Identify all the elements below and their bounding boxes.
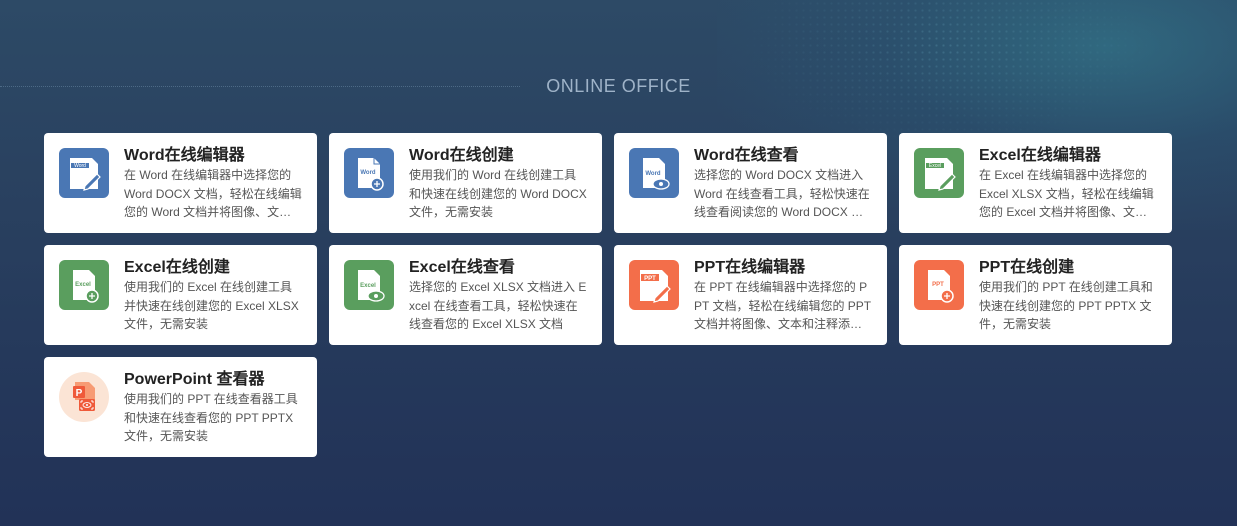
section-title: ONLINE OFFICE [546, 76, 691, 96]
card-description: 在 PPT 在线编辑器中选择您的 PPT 文档，轻松在线编辑您的 PPT 文档并… [694, 280, 871, 331]
card-title: PPT在线编辑器 [694, 259, 806, 276]
icon-label: Excel [929, 163, 941, 169]
card-description: 使用我们的 Word 在线创建工具和快速在线创建您的 Word DOCX 文件，… [409, 168, 587, 219]
card-powerpoint-viewer[interactable]: P PowerPoint 查看器 使用我们的 PPT 在线查看器工具和快速在线查… [44, 357, 317, 457]
excel-edit-icon: Excel [914, 148, 964, 198]
icon-label: PPT [644, 276, 656, 282]
card-word-view[interactable]: Word Word在线查看 选择您的 Word DOCX 文档进入 Word 在… [614, 133, 887, 233]
card-description: 在 Excel 在线编辑器中选择您的 Excel XLSX 文档，轻松在线编辑您… [979, 168, 1154, 219]
icon-label: P [76, 388, 83, 399]
card-excel-view[interactable]: Excel Excel在线查看 选择您的 Excel XLSX 文档进入 Exc… [329, 245, 602, 345]
tool-card-grid: Word Word在线编辑器 在 Word 在线编辑器中选择您的 Word DO… [44, 133, 1172, 457]
icon-label: Word [74, 163, 86, 169]
card-title: PPT在线创建 [979, 259, 1075, 276]
word-view-icon: Word [629, 148, 679, 198]
ppt-create-icon: PPT [914, 260, 964, 310]
card-description: 使用我们的 PPT 在线创建工具和快速在线创建您的 PPT PPTX 文件，无需… [979, 280, 1153, 331]
card-word-editor[interactable]: Word Word在线编辑器 在 Word 在线编辑器中选择您的 Word DO… [44, 133, 317, 233]
background-dot-pattern [737, 0, 1157, 150]
card-description: 选择您的 Word DOCX 文档进入 Word 在线查看工具，轻松快速在线查看… [694, 168, 870, 219]
card-description: 使用我们的 PPT 在线查看器工具和快速在线查看您的 PPT PPTX 文件，无… [124, 392, 298, 443]
icon-label: PPT [932, 282, 944, 288]
card-title: Word在线创建 [409, 147, 514, 164]
icon-label: Excel [75, 282, 91, 288]
card-title: Excel在线编辑器 [979, 147, 1101, 164]
word-edit-icon: Word [59, 148, 109, 198]
icon-label: Word [360, 170, 376, 176]
excel-view-icon: Excel [344, 260, 394, 310]
card-title: Word在线查看 [694, 147, 799, 164]
card-title: Word在线编辑器 [124, 147, 245, 164]
word-create-icon: Word [344, 148, 394, 198]
card-title: Excel在线创建 [124, 259, 230, 276]
card-description: 使用我们的 Excel 在线创建工具并快速在线创建您的 Excel XLSX 文… [124, 280, 299, 331]
card-description: 选择您的 Excel XLSX 文档进入 Excel 在线查看工具，轻松快速在线… [409, 280, 587, 331]
excel-create-icon: Excel [59, 260, 109, 310]
card-description: 在 Word 在线编辑器中选择您的 Word DOCX 文档，轻松在线编辑您的 … [124, 168, 302, 219]
icon-label: Word [645, 171, 661, 177]
ppt-edit-icon: PPT [629, 260, 679, 310]
card-ppt-create[interactable]: PPT PPT在线创建 使用我们的 PPT 在线创建工具和快速在线创建您的 PP… [899, 245, 1172, 345]
card-excel-create[interactable]: Excel Excel在线创建 使用我们的 Excel 在线创建工具并快速在线创… [44, 245, 317, 345]
card-title: Excel在线查看 [409, 259, 515, 276]
card-excel-editor[interactable]: Excel Excel在线编辑器 在 Excel 在线编辑器中选择您的 Exce… [899, 133, 1172, 233]
icon-label: Excel [360, 283, 376, 289]
card-word-create[interactable]: Word Word在线创建 使用我们的 Word 在线创建工具和快速在线创建您的… [329, 133, 602, 233]
card-title: PowerPoint 查看器 [124, 371, 265, 388]
powerpoint-view-icon: P [59, 372, 109, 422]
card-ppt-editor[interactable]: PPT PPT在线编辑器 在 PPT 在线编辑器中选择您的 PPT 文档，轻松在… [614, 245, 887, 345]
